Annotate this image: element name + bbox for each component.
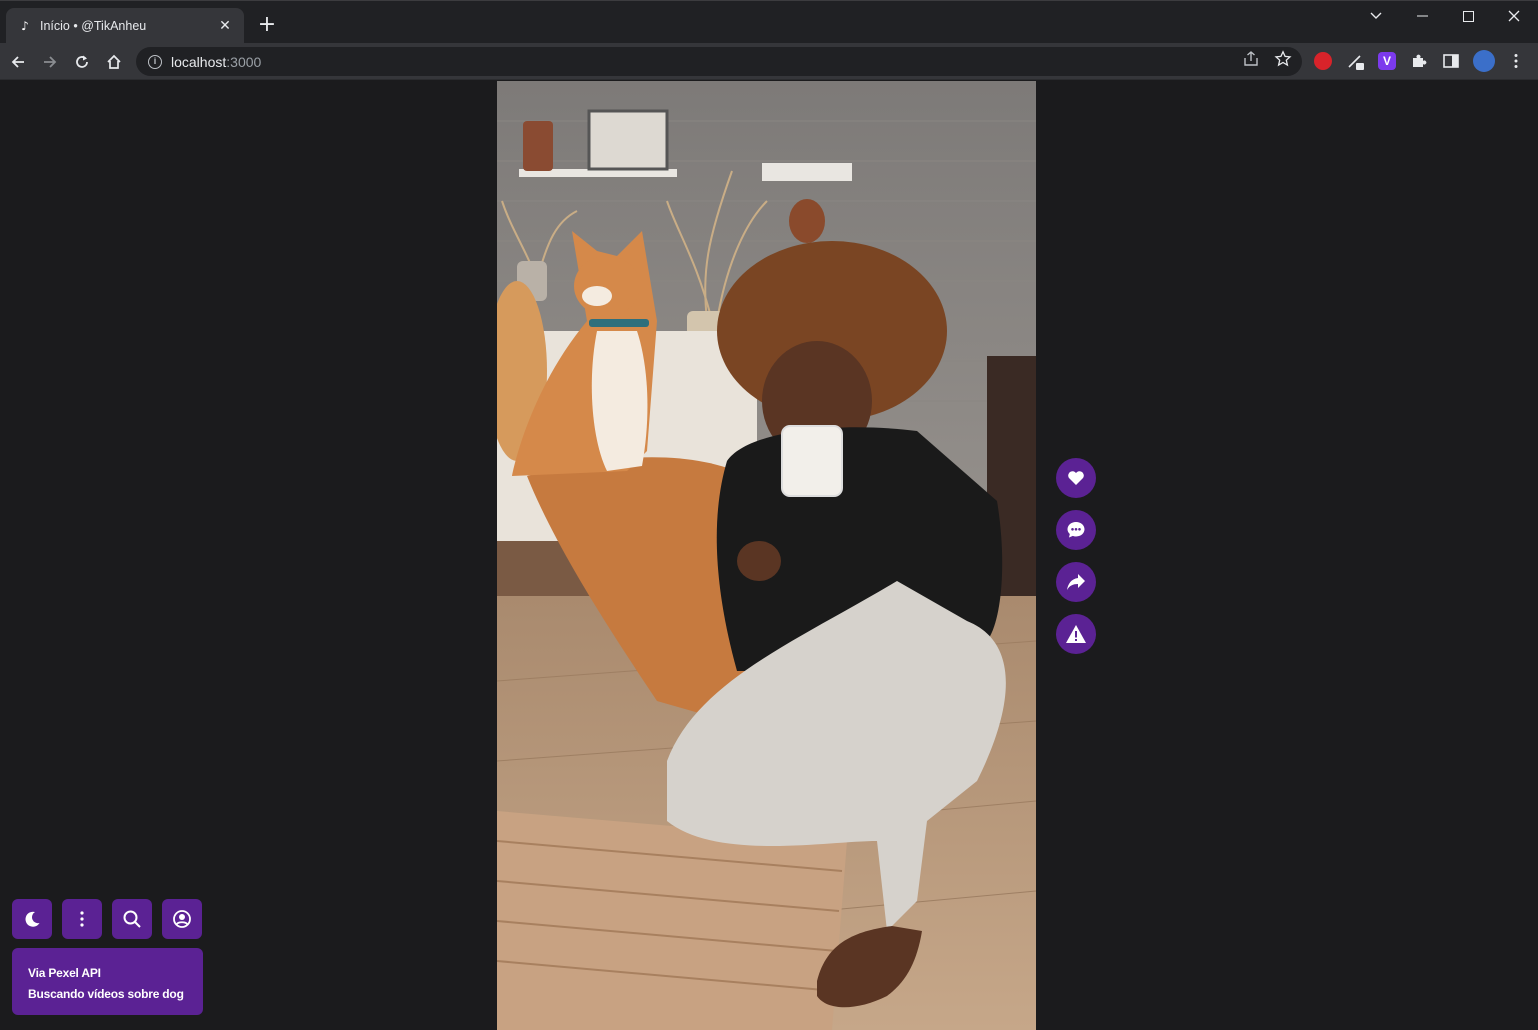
search-button[interactable] — [112, 899, 152, 939]
tab-close-icon[interactable]: ✕ — [216, 18, 234, 34]
new-tab-button[interactable]: + — [256, 14, 278, 36]
extension-adblock-icon[interactable] — [1314, 52, 1332, 70]
maximize-button[interactable] — [1445, 1, 1491, 31]
app-page: Via Pexel API Buscando vídeos sobre dog — [0, 81, 1538, 1030]
bookmark-star-icon[interactable] — [1274, 50, 1292, 68]
arrow-right-icon — [44, 56, 57, 68]
moon-icon — [25, 911, 40, 927]
tab-title: Início • @TikAnheu — [40, 19, 147, 33]
comment-icon — [1067, 522, 1085, 538]
arrow-left-icon — [11, 56, 24, 68]
share-button[interactable] — [1056, 562, 1096, 602]
minimize-icon — [1416, 15, 1428, 17]
browser-tab[interactable]: ♪ Início • @TikAnheu ✕ — [6, 8, 244, 44]
browser-tabstrip: ♪ Início • @TikAnheu ✕ + — [0, 0, 1538, 44]
maximize-icon — [1462, 10, 1474, 22]
search-query-label: Buscando vídeos sobre dog — [28, 987, 184, 1001]
like-button[interactable] — [1056, 458, 1096, 498]
forward-button[interactable] — [37, 49, 63, 75]
browser-toolbar: i localhost:3000 V — [0, 43, 1538, 80]
tiktok-icon: ♪ — [21, 19, 29, 33]
more-vertical-icon — [80, 911, 84, 927]
extension-v-icon[interactable]: V — [1378, 52, 1396, 70]
theme-toggle-button[interactable] — [12, 899, 52, 939]
url-host: localhost — [171, 53, 227, 70]
side-panel-icon[interactable] — [1442, 52, 1460, 70]
video-actions — [1056, 458, 1096, 666]
video-frame — [497, 81, 1036, 1030]
more-options-button[interactable] — [62, 899, 102, 939]
share-page-icon[interactable] — [1242, 50, 1260, 68]
extensions-puzzle-icon[interactable] — [1410, 52, 1428, 70]
url-port: :3000 — [226, 53, 262, 70]
address-bar[interactable]: i localhost:3000 — [136, 47, 1302, 76]
tab-search-button[interactable] — [1353, 1, 1399, 31]
search-icon — [123, 910, 141, 928]
home-button[interactable] — [101, 49, 127, 75]
source-label: Via Pexel API — [28, 966, 101, 980]
heart-icon — [1068, 471, 1084, 485]
reload-icon — [76, 55, 88, 68]
browser-menu-icon[interactable] — [1507, 52, 1525, 70]
site-info-icon[interactable]: i — [148, 54, 162, 69]
close-window-button[interactable] — [1491, 1, 1537, 31]
source-info-card: Via Pexel API Buscando vídeos sobre dog — [12, 948, 203, 1015]
video-player[interactable] — [497, 81, 1036, 1030]
user-circle-icon — [173, 910, 191, 928]
minimize-button[interactable] — [1399, 1, 1445, 31]
close-icon — [1508, 10, 1520, 22]
comment-button[interactable] — [1056, 510, 1096, 550]
extension-edit-icon[interactable] — [1346, 52, 1364, 70]
chevron-down-icon — [1370, 12, 1382, 19]
avatar[interactable] — [1473, 50, 1495, 72]
bottom-toolbar — [12, 899, 202, 939]
report-button[interactable] — [1056, 614, 1096, 654]
back-button[interactable] — [5, 49, 31, 75]
reload-button[interactable] — [69, 49, 95, 75]
share-icon — [1067, 574, 1085, 590]
home-icon — [107, 54, 121, 69]
profile-button[interactable] — [162, 899, 202, 939]
warning-icon — [1066, 625, 1086, 643]
